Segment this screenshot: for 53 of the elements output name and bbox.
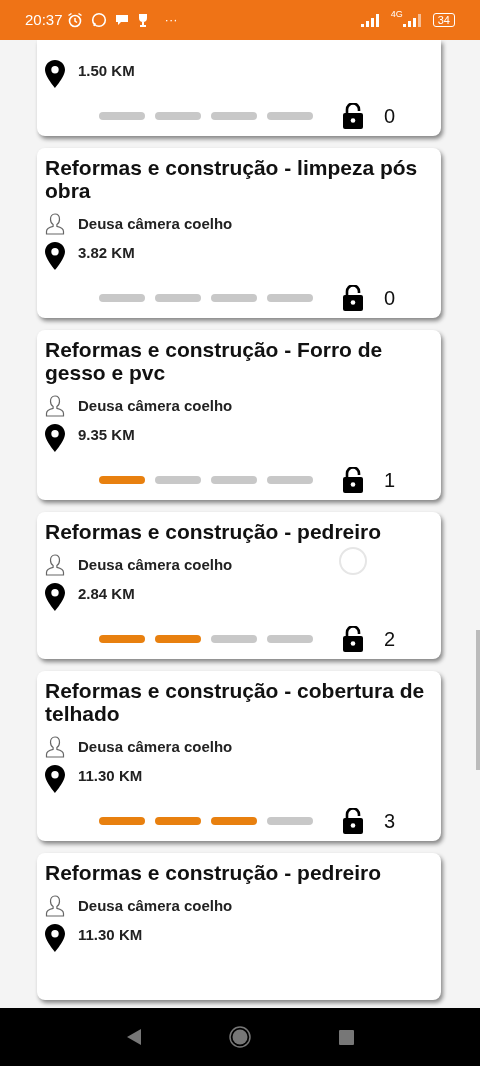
map-pin-icon — [45, 60, 65, 88]
job-card[interactable]: Reformas e construção - cobertura de telhado Deusa câmera coelho 11.30 KM 3 — [37, 671, 441, 841]
person-icon — [45, 554, 65, 576]
job-card[interactable]: 1.50 KM 0 — [37, 40, 441, 136]
job-card[interactable]: Reformas e construção - limpeza pós obra Deusa câmera coelho 3.82 KM 0 — [37, 148, 441, 318]
card-title: Reformas e construção - limpeza pós obra — [45, 156, 419, 202]
unlocked-padlock-icon — [343, 808, 363, 834]
unlocked-padlock-icon — [343, 626, 363, 652]
network-type: 4G — [390, 8, 403, 21]
home-icon[interactable] — [228, 1026, 251, 1048]
person-icon — [45, 736, 65, 758]
distance: 2.84 KM — [78, 584, 135, 604]
client-name: Deusa câmera coelho — [78, 213, 233, 234]
client-name: Deusa câmera coelho — [78, 395, 233, 416]
client-name: Deusa câmera coelho — [78, 895, 233, 916]
unlocked-padlock-icon — [343, 103, 363, 129]
card-title: Reformas e construção - cobertura de telhado — [45, 679, 426, 725]
distance: 3.82 KM — [78, 243, 135, 263]
map-pin-icon — [45, 924, 65, 952]
clock: 20:37 — [25, 9, 63, 30]
message-icon — [114, 14, 129, 26]
distance: 1.50 KM — [78, 61, 135, 81]
back-icon[interactable] — [126, 1029, 141, 1045]
trophy-icon — [136, 13, 149, 27]
map-pin-icon — [45, 242, 65, 270]
person-icon — [45, 395, 65, 417]
map-pin-icon — [45, 583, 65, 611]
unlocked-padlock-icon — [343, 467, 363, 493]
job-card[interactable]: Reformas e construção - Forro de gesso e pvc Deusa câmera coelho 9.35 KM 1 — [37, 330, 441, 500]
distance: 9.35 KM — [78, 425, 135, 445]
count: 0 — [384, 286, 396, 311]
alarm-icon — [66, 12, 83, 28]
count: 0 — [384, 104, 396, 129]
person-icon — [45, 895, 65, 917]
client-name: Deusa câmera coelho — [78, 736, 233, 757]
count: 2 — [384, 627, 396, 652]
unlocked-padlock-icon — [343, 285, 363, 311]
card-title: Reformas e construção - pedreiro — [45, 520, 383, 543]
recent-apps-icon[interactable] — [338, 1029, 354, 1045]
count: 1 — [384, 468, 396, 493]
card-title: Reformas e construção - pedreiro — [45, 861, 383, 884]
distance: 11.30 KM — [78, 766, 143, 786]
map-pin-icon — [45, 424, 65, 452]
distance: 11.30 KM — [78, 925, 143, 945]
map-pin-icon — [45, 765, 65, 793]
person-icon — [45, 213, 65, 235]
card-title: Reformas e construção - Forro de gesso e pvc — [45, 338, 384, 384]
more-notifications: ··· — [164, 11, 178, 30]
client-name: Deusa câmera coelho — [78, 554, 233, 575]
battery-level: 34 — [432, 13, 455, 27]
job-card[interactable]: Reformas e construção - pedreiro Deusa câmera coelho 11.30 KM — [37, 853, 441, 1000]
count: 3 — [384, 809, 396, 834]
job-card[interactable]: Reformas e construção - pedreiro Deusa câmera coelho 2.84 KM 2 — [37, 512, 441, 659]
